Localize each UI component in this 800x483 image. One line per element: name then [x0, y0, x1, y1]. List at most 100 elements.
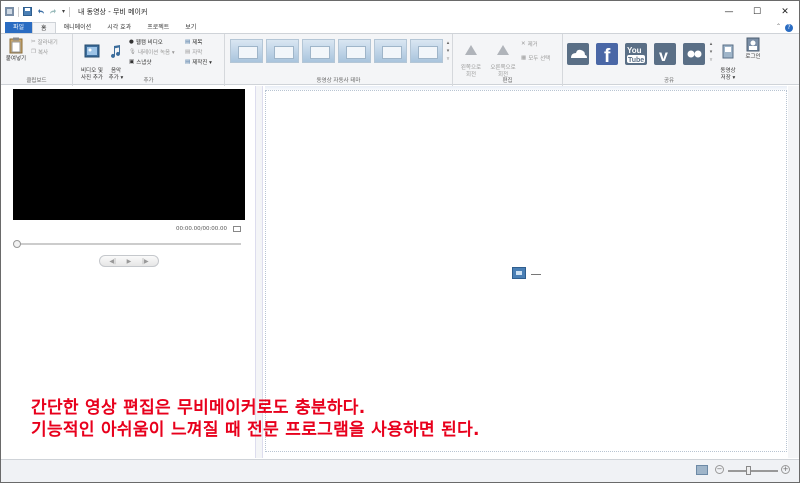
clipboard-group: 붙여넣기 ✂ 잘라내기 ❐ 복사 클립보드: [1, 34, 73, 86]
add-group: 비디오 및 사진 추가 음악 추가 ▾ ● 웹캠 비디오 🎙 내레이션 녹음 ▾…: [73, 34, 225, 86]
microphone-icon: 🎙: [129, 49, 136, 55]
copy-button[interactable]: ❐ 복사: [31, 48, 48, 56]
add-media-icon[interactable]: [512, 267, 526, 279]
select-all-label: 모두 선택: [528, 56, 551, 62]
sign-in-icon: [746, 37, 760, 52]
title-button[interactable]: ▤ 제목: [185, 38, 202, 46]
svg-text:f: f: [604, 46, 611, 65]
paste-button[interactable]: 붙여넣기: [5, 37, 27, 63]
caption-line-2: 기능적인 아쉬움이 느껴질 때 전문 프로그램을 사용하면 된다.: [31, 420, 480, 440]
credits-label: 제작진 ▾: [192, 60, 212, 66]
seek-bar[interactable]: [15, 243, 241, 245]
svg-text:You: You: [627, 46, 642, 55]
theme-thumbnail[interactable]: [374, 39, 407, 63]
zoom-slider[interactable]: [728, 470, 778, 472]
title-icon: ▤: [185, 39, 191, 45]
theme-thumbnail[interactable]: [302, 39, 335, 63]
caption-button[interactable]: ▤ 자막: [185, 48, 202, 56]
credits-button[interactable]: ▤ 제작진 ▾: [185, 58, 212, 66]
caption-icon: ▤: [185, 49, 191, 55]
video-preview[interactable]: [13, 89, 245, 220]
theme-scroll[interactable]: ▴ ▾ ▿: [445, 39, 451, 63]
copy-icon: ❐: [31, 49, 36, 55]
timecode: 00:00.00/00:00.00: [176, 226, 228, 232]
insertion-cursor: [531, 274, 541, 275]
window-title: 내 동영상 - 무비 메이커: [78, 7, 148, 16]
undo-icon[interactable]: [36, 7, 45, 16]
maximize-button[interactable]: ☐: [743, 1, 771, 22]
add-group-label: 추가: [143, 78, 154, 84]
onedrive-icon[interactable]: [567, 43, 589, 65]
caption-label: 자막: [192, 50, 203, 56]
copy-label: 복사: [37, 50, 49, 56]
thumbnail-size-icon[interactable]: [696, 465, 708, 475]
share-group: f You Tube v ▴ ▾ ▿ 동영상 저장 ▾ 로그인 공유: [563, 34, 775, 86]
previous-frame-button[interactable]: ◀|: [109, 258, 116, 265]
cut-button[interactable]: ✂ 잘라내기: [31, 38, 58, 46]
close-button[interactable]: ✕: [771, 1, 799, 22]
app-icon: [5, 7, 14, 16]
theme-thumbnail[interactable]: [410, 39, 443, 63]
help-icon[interactable]: ?: [785, 24, 793, 32]
snapshot-button[interactable]: ▣ 스냅샷: [129, 58, 151, 66]
vimeo-icon[interactable]: v: [654, 43, 676, 65]
flickr-icon[interactable]: [683, 43, 705, 65]
play-button[interactable]: ▶: [127, 258, 132, 265]
movie-maker-window: ▾ 내 동영상 - 무비 메이커 — ☐ ✕ 파일 홈 애니메이션 시각 효과 …: [0, 0, 800, 483]
add-videos-icon: [84, 44, 100, 58]
zoom-out-button[interactable]: −: [715, 465, 724, 474]
zoom-in-button[interactable]: +: [781, 465, 790, 474]
themes-group-label: 동영상 자동사 테마: [316, 78, 361, 84]
theme-thumbnail[interactable]: [266, 39, 299, 63]
minimize-button[interactable]: —: [715, 1, 743, 22]
customize-qa-icon[interactable]: ▾: [62, 8, 65, 15]
webcam-video-button[interactable]: ● 웹캠 비디오: [129, 38, 163, 46]
redo-icon[interactable]: [49, 7, 58, 16]
rotate-right-button[interactable]: 오른쪽으로 회전: [487, 37, 519, 79]
remove-icon: ✕: [521, 41, 526, 47]
save-icon[interactable]: [23, 7, 32, 16]
sign-in-button[interactable]: 로그인: [741, 37, 765, 61]
clipboard-group-label: 클립보드: [26, 78, 47, 84]
select-all-button[interactable]: ▦ 모두 선택: [521, 54, 550, 62]
share-group-label: 공유: [663, 78, 675, 84]
sign-in-label: 로그인: [745, 54, 761, 60]
youtube-icon[interactable]: You Tube: [625, 43, 647, 65]
share-scroll[interactable]: ▴ ▾ ▿: [708, 40, 714, 64]
webcam-label: 웹캠 비디오: [135, 40, 163, 46]
fullscreen-icon[interactable]: [233, 226, 241, 232]
zoom-slider-thumb[interactable]: [746, 466, 751, 475]
webcam-icon: ●: [129, 39, 134, 45]
theme-thumbnail[interactable]: [230, 39, 263, 63]
qa-divider: [18, 6, 19, 17]
title-label: 제목: [192, 40, 203, 46]
paste-icon: [9, 37, 23, 54]
caption-line-1: 간단한 영상 편집은 무비메이커로도 충분하다.: [31, 398, 366, 418]
music-note-icon: [111, 45, 120, 58]
seek-thumb[interactable]: [13, 240, 21, 248]
svg-text:Tube: Tube: [628, 57, 644, 64]
collapse-ribbon-icon[interactable]: ⌃: [776, 23, 781, 30]
remove-label: 제거: [527, 42, 538, 48]
cut-label: 잘라내기: [37, 40, 58, 46]
credits-icon: ▤: [185, 59, 191, 65]
theme-thumbnail[interactable]: [338, 39, 371, 63]
paste-label: 붙여넣기: [5, 56, 27, 62]
caption-overlay: 간단한 영상 편집은 무비메이커로도 충분하다. 기능적인 아쉬움이 느껴질 때…: [31, 397, 480, 441]
rotate-right-icon: [497, 45, 509, 55]
next-frame-button[interactable]: |▶: [142, 258, 149, 265]
title-bar: ▾ 내 동영상 - 무비 메이커 — ☐ ✕: [1, 1, 799, 22]
ribbon: 붙여넣기 ✂ 잘라내기 ❐ 복사 클립보드 비디오 및 사진 추가 음악 추가 …: [1, 33, 799, 86]
rotate-left-button[interactable]: 왼쪽으로 회전: [457, 37, 485, 79]
window-controls: — ☐ ✕: [715, 1, 799, 22]
narration-label: 내레이션 녹음 ▾: [137, 50, 175, 56]
editing-group-label: 편집: [502, 78, 513, 84]
record-narration-button[interactable]: 🎙 내레이션 녹음 ▾: [129, 48, 175, 56]
scissors-icon: ✂: [31, 39, 36, 45]
editing-group: 왼쪽으로 회전 오른쪽으로 회전 ✕ 제거 ▦ 모두 선택 편집: [453, 34, 563, 86]
remove-button[interactable]: ✕ 제거: [521, 40, 538, 48]
facebook-icon[interactable]: f: [596, 43, 618, 67]
svg-text:v: v: [659, 48, 668, 65]
select-all-icon: ▦: [521, 55, 527, 61]
storyboard-scrollbar[interactable]: [788, 86, 799, 458]
